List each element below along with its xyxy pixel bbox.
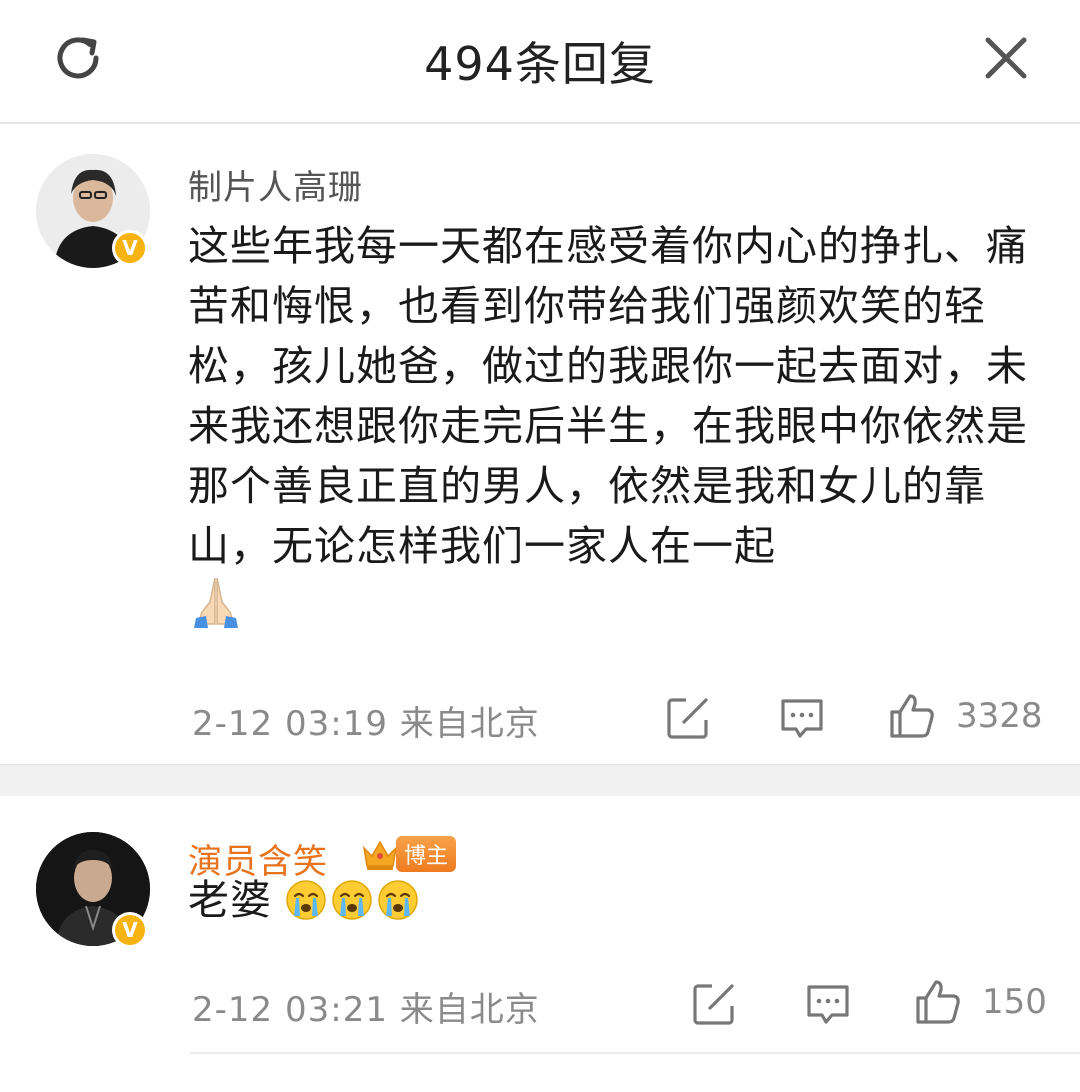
comment-item: V 演员含笑 博主 老婆 2-12 03:21 来自北京 150 [0,796,1080,1092]
crown-icon [362,840,398,870]
blogger-tag: 博主 [396,836,457,872]
share-icon[interactable] [664,694,712,742]
comment-time: 2-12 03:21 [192,990,388,1030]
crying-emoji-icon [378,880,418,920]
comment-meta: 2-12 03:19 来自北京 [192,696,540,745]
like-count: 3328 [956,696,1043,736]
reply-icon[interactable] [778,694,826,742]
like-count: 150 [982,982,1047,1022]
crying-emoji-icon [286,880,326,920]
emoji-row [284,878,420,922]
reply-icon[interactable] [804,980,852,1028]
like-icon[interactable] [888,692,936,740]
crying-emoji-icon [332,880,372,920]
page-title: 494条回复 [424,37,656,91]
username[interactable]: 制片人高珊 [188,160,363,209]
like-icon[interactable] [914,978,962,1026]
comment-location: 来自北京 [399,704,540,744]
pray-emoji-icon [194,577,238,628]
comment-time: 2-12 03:19 [192,704,388,744]
comment-location: 来自北京 [399,990,540,1030]
close-icon[interactable] [982,34,1030,82]
comment-item: V 制片人高珊 这些年我每一天都在感受着你内心的挣扎、痛苦和悔恨，也看到你带给我… [0,124,1080,764]
verified-badge-icon: V [112,912,148,948]
blogger-badge: 博主 [360,834,457,874]
verified-badge-icon: V [112,230,148,266]
divider-line [190,1052,1080,1054]
comment-text: 这些年我每一天都在感受着你内心的挣扎、痛苦和悔恨，也看到你带给我们强颜欢笑的轻松… [188,222,1028,570]
reply-page: 494条回复 V 制片人高珊 这些年我每一天都在感受着你内心的挣扎、痛苦和悔恨，… [0,0,1080,1092]
header-bar: 494条回复 [0,0,1080,124]
comment-meta: 2-12 03:21 来自北京 [192,982,540,1031]
section-divider [0,764,1080,797]
share-icon[interactable] [690,980,738,1028]
